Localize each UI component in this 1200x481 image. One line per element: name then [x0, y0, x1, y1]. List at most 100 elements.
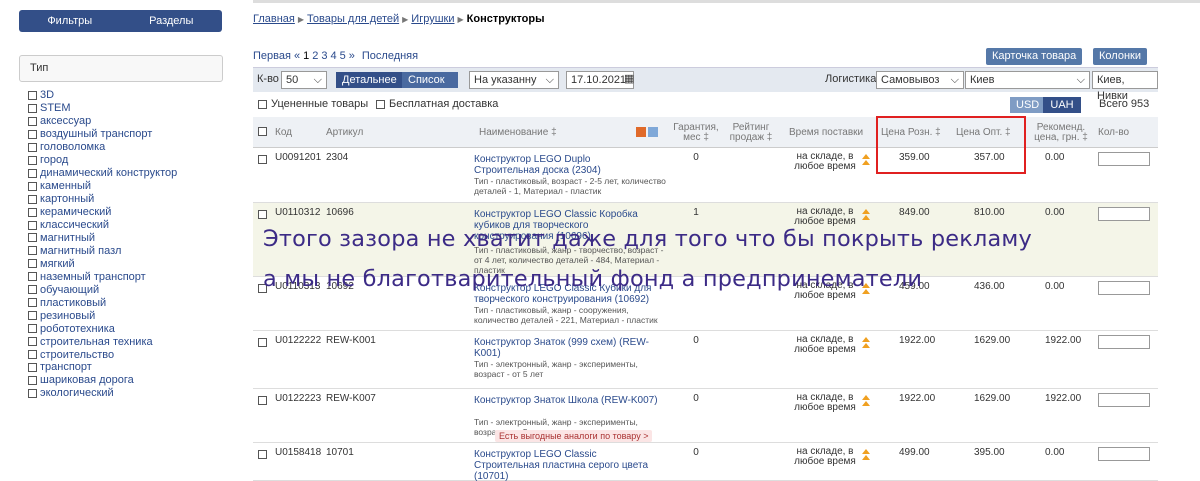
page-first[interactable]: Первая « — [253, 50, 300, 62]
type-checkbox[interactable] — [28, 324, 37, 334]
header-code[interactable]: Код — [275, 117, 325, 148]
currency-usd-button[interactable]: USD — [1010, 97, 1043, 113]
cell-product-name[interactable]: Конструктор LEGO Duplo Строительная доск… — [474, 154, 659, 176]
type-checkbox[interactable] — [28, 337, 37, 347]
cell-product-name[interactable]: Конструктор LEGO Classic Строительная пл… — [474, 449, 659, 481]
header-article[interactable]: Артикул — [326, 117, 406, 148]
tab-filters[interactable]: Фильтры — [19, 10, 121, 32]
type-filter-item[interactable]: магнитный — [28, 231, 177, 244]
row-checkbox[interactable] — [258, 155, 267, 164]
header-name[interactable]: Наименование ‡ — [479, 117, 629, 148]
type-filter-item[interactable]: картонный — [28, 193, 177, 206]
type-filter-item[interactable]: динамический конструктор — [28, 167, 177, 180]
quantity-input[interactable] — [1098, 281, 1150, 295]
type-label[interactable]: головоломка — [40, 141, 105, 153]
type-checkbox[interactable] — [28, 350, 37, 360]
type-checkbox[interactable] — [28, 129, 37, 139]
type-label[interactable]: аксессуар — [40, 115, 91, 127]
header-delivery[interactable]: Время поставки — [789, 117, 873, 148]
type-label[interactable]: воздушный транспорт — [40, 128, 152, 140]
quantity-input[interactable] — [1098, 447, 1150, 461]
type-label[interactable]: транспорт — [40, 361, 92, 373]
type-label[interactable]: обучающий — [40, 284, 99, 296]
free-delivery-checkbox[interactable] — [376, 100, 385, 109]
page-4[interactable]: 4 — [331, 50, 337, 62]
type-checkbox[interactable] — [28, 116, 37, 126]
type-filter-item[interactable]: город — [28, 154, 177, 167]
type-label[interactable]: динамический конструктор — [40, 167, 177, 179]
type-label[interactable]: каменный — [40, 180, 91, 192]
type-checkbox[interactable] — [28, 142, 37, 152]
type-checkbox[interactable] — [28, 103, 37, 113]
tab-sections[interactable]: Разделы — [121, 10, 223, 32]
type-checkbox[interactable] — [28, 220, 37, 230]
type-filter-item[interactable]: мягкий — [28, 257, 177, 270]
calendar-icon[interactable]: ▦ — [624, 72, 634, 85]
header-rating[interactable]: Рейтинг продаж ‡ — [726, 117, 776, 148]
discounted-checkbox[interactable] — [258, 100, 267, 109]
type-checkbox[interactable] — [28, 168, 37, 178]
type-checkbox[interactable] — [28, 285, 37, 295]
header-warranty[interactable]: Гарантия, мес ‡ — [671, 117, 721, 148]
page-2[interactable]: 2 — [312, 50, 318, 62]
type-label[interactable]: наземный транспорт — [40, 271, 146, 283]
product-card-button[interactable]: Карточка товара — [986, 48, 1083, 65]
type-checkbox[interactable] — [28, 311, 37, 321]
type-filter-item[interactable]: робототехника — [28, 322, 177, 335]
type-filter-item[interactable]: строительство — [28, 348, 177, 361]
row-checkbox[interactable] — [258, 210, 267, 219]
city-select[interactable]: Киев ⌵ — [965, 71, 1090, 89]
type-checkbox[interactable] — [28, 362, 37, 372]
district-select[interactable]: Киев, Нивки — [1092, 71, 1158, 102]
type-filter-item[interactable]: керамический — [28, 206, 177, 219]
type-label[interactable]: картонный — [40, 193, 94, 205]
type-filter-item[interactable]: шариковая дорога — [28, 374, 177, 387]
type-label[interactable]: робототехника — [40, 323, 115, 335]
type-filter-item[interactable]: строительная техника — [28, 335, 177, 348]
type-checkbox[interactable] — [28, 298, 37, 308]
type-label[interactable]: керамический — [40, 206, 111, 218]
type-checkbox[interactable] — [28, 233, 37, 243]
type-checkbox[interactable] — [28, 272, 37, 282]
type-checkbox[interactable] — [28, 259, 37, 269]
analog-offer-badge[interactable]: Есть выгодные аналоги по товару > — [495, 430, 653, 442]
quantity-input[interactable] — [1098, 335, 1150, 349]
type-checkbox[interactable] — [28, 155, 37, 165]
page-3[interactable]: 3 — [321, 50, 327, 62]
breadcrumb-goods-for-kids[interactable]: Товары для детей — [307, 13, 399, 25]
type-filter-item[interactable]: STEM — [28, 102, 177, 115]
type-label[interactable]: 3D — [40, 89, 54, 101]
type-label[interactable]: строительная техника — [40, 336, 153, 348]
filter-a-icon[interactable] — [636, 127, 646, 137]
type-filter-header[interactable]: Тип — [19, 55, 223, 82]
cell-product-name[interactable]: Конструктор Знаток Школа (REW-K007) — [474, 395, 659, 406]
type-checkbox[interactable] — [28, 246, 37, 256]
view-list-button[interactable]: Список — [402, 72, 458, 88]
row-checkbox[interactable] — [258, 396, 267, 405]
type-filter-item[interactable]: экологический — [28, 387, 177, 400]
page-5[interactable]: 5 — [340, 50, 346, 62]
type-label[interactable]: магнитный — [40, 232, 95, 244]
type-filter-item[interactable]: резиновый — [28, 309, 177, 322]
cell-product-name[interactable]: Конструктор Знаток (999 схем) (REW-K001) — [474, 337, 659, 359]
page-1[interactable]: 1 — [303, 50, 309, 62]
type-filter-item[interactable]: классический — [28, 219, 177, 232]
type-filter-item[interactable]: обучающий — [28, 283, 177, 296]
breadcrumb-home[interactable]: Главная — [253, 13, 295, 25]
type-label[interactable]: STEM — [40, 102, 71, 114]
type-checkbox[interactable] — [28, 194, 37, 204]
date-mode-select[interactable]: На указанну ⌵ — [469, 71, 559, 89]
info-icon[interactable] — [648, 127, 658, 137]
type-label[interactable]: строительство — [40, 349, 114, 361]
type-label[interactable]: шариковая дорога — [40, 374, 134, 386]
quantity-input[interactable] — [1098, 152, 1150, 166]
page-last[interactable]: Последняя — [362, 50, 418, 62]
columns-button[interactable]: Колонки — [1093, 48, 1147, 65]
quantity-input[interactable] — [1098, 207, 1150, 221]
type-label[interactable]: классический — [40, 219, 109, 231]
type-label[interactable]: магнитный пазл — [40, 245, 121, 257]
currency-uah-button[interactable]: UAH — [1043, 97, 1081, 113]
type-checkbox[interactable] — [28, 90, 37, 100]
type-filter-item[interactable]: каменный — [28, 180, 177, 193]
breadcrumb-toys[interactable]: Игрушки — [411, 13, 454, 25]
